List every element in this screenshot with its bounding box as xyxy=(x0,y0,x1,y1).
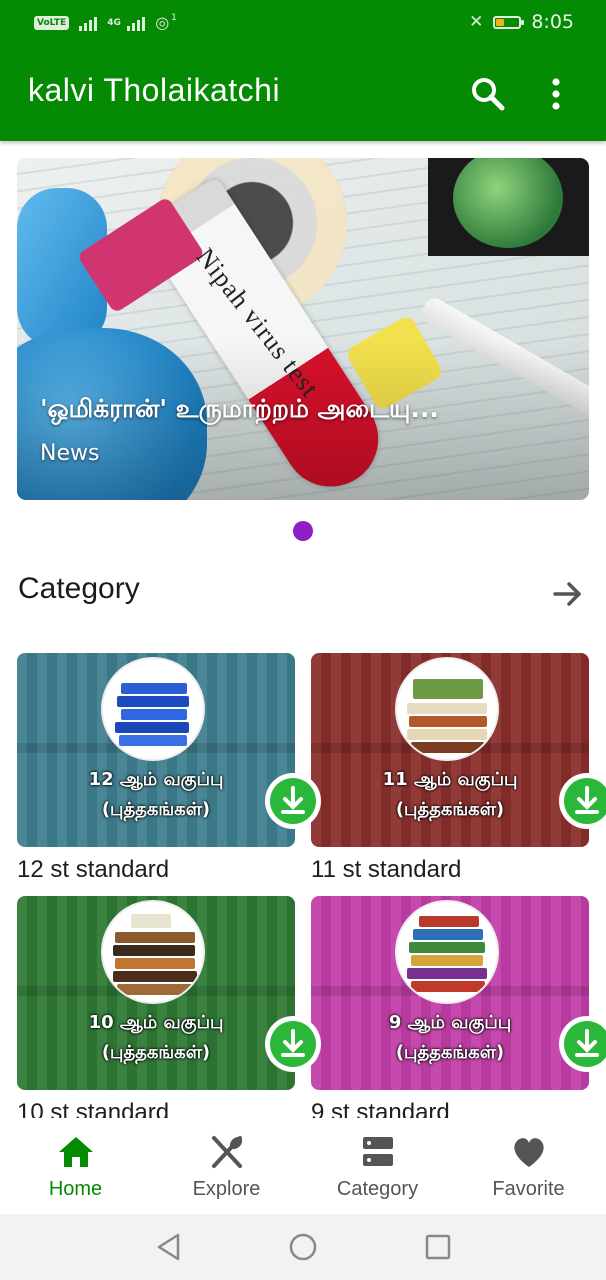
card-label: 11 st standard xyxy=(311,856,462,883)
nav-label-category: Category xyxy=(336,1178,419,1200)
nav-item-home[interactable]: Home xyxy=(0,1118,151,1214)
category-card-image: 9 ஆம் வகுப்பு (புத்தகங்கள்) xyxy=(311,896,589,1090)
category-card-10[interactable]: 10 ஆம் வகுப்பு (புத்தகங்கள்) 10 st stand… xyxy=(17,896,295,1118)
category-card-9[interactable]: 9 ஆம் வகுப்பு (புத்தகங்கள்) 9 st standar… xyxy=(311,896,589,1118)
category-grid: 12 ஆம் வகுப்பு (புத்தகங்கள்) 12 st stand… xyxy=(0,640,606,1118)
card-title-line1: 12 ஆம் வகுப்பு xyxy=(88,769,224,790)
battery-icon xyxy=(493,15,525,29)
category-card-12[interactable]: 12 ஆம் வகுப்பு (புத்தகங்கள்) 12 st stand… xyxy=(17,653,295,883)
app-bar: kalvi Tholaikatchi xyxy=(0,46,606,141)
books-icon xyxy=(395,657,499,761)
card-title-line1: 10 ஆம் வகுப்பு xyxy=(88,1012,224,1033)
status-bar: VoLTE 4G ◎ 1 ✕ 8:05 xyxy=(0,0,606,46)
books-icon xyxy=(101,900,205,1004)
card-label: 12 st standard xyxy=(17,856,170,883)
card-title-line2: (புத்தகங்கள்) xyxy=(395,1042,505,1063)
home-icon xyxy=(59,1137,93,1167)
books-icon xyxy=(101,657,205,761)
signal-icon xyxy=(79,15,98,31)
card-title-line1: 11 ஆம் வகுப்பு xyxy=(382,769,518,790)
nav-item-favorite[interactable]: Favorite xyxy=(453,1118,604,1214)
category-card-11[interactable]: 11 ஆம் வகுப்பு (புத்தகங்கள்) 11 st stand… xyxy=(311,653,589,883)
slide-title[interactable]: 'ஒமிக்ரான்' உருமாற்றம் அடையு... xyxy=(40,394,560,427)
nav-label-home: Home xyxy=(48,1178,103,1200)
download-button[interactable] xyxy=(559,773,606,829)
download-button[interactable] xyxy=(265,1016,321,1072)
heart-icon xyxy=(514,1138,544,1167)
virus-graphic xyxy=(453,158,563,248)
category-card-image: 12 ஆம் வகுப்பு (புத்தகங்கள்) xyxy=(17,653,295,847)
news-slider[interactable]: Nipah virus test 'ஒமிக்ரான்' உருமாற்றம் … xyxy=(17,158,589,500)
square-recents-icon xyxy=(425,1234,451,1260)
download-icon xyxy=(575,786,599,814)
fork-knife-icon xyxy=(212,1136,243,1168)
nav-label-favorite: Favorite xyxy=(492,1178,565,1200)
clock: 8:05 xyxy=(531,11,574,33)
card-label: 10 st standard xyxy=(17,1099,170,1118)
circle-home-icon xyxy=(289,1233,317,1261)
category-card-image: 10 ஆம் வகுப்பு (புத்தகங்கள்) xyxy=(17,896,295,1090)
card-label: 9 st standard xyxy=(311,1099,450,1118)
nav-item-explore[interactable]: Explore xyxy=(151,1118,302,1214)
search-icon xyxy=(472,78,505,111)
list-icon xyxy=(363,1137,393,1166)
card-title-line2: (புத்தகங்கள்) xyxy=(395,799,505,820)
more-vert-icon xyxy=(552,78,560,110)
signal-icon-2 xyxy=(127,15,146,31)
category-heading: Category xyxy=(18,572,140,605)
hotspot-count: 1 xyxy=(171,12,177,23)
slider-indicator-dot[interactable] xyxy=(293,521,313,541)
more-options-button[interactable] xyxy=(538,74,574,114)
system-navigation-bar xyxy=(0,1214,606,1280)
virus-inset-image xyxy=(428,158,589,256)
recents-button[interactable] xyxy=(422,1231,454,1263)
back-icon xyxy=(157,1233,180,1261)
hotspot-icon: ◎ xyxy=(155,13,170,32)
card-title-line2: (புத்தகங்கள்) xyxy=(101,799,211,820)
slide-category-tag: News xyxy=(40,441,100,466)
app-title: kalvi Tholaikatchi xyxy=(28,72,281,108)
books-icon xyxy=(395,900,499,1004)
network-type-label: 4G xyxy=(107,17,121,28)
home-system-button[interactable] xyxy=(287,1231,319,1263)
download-button[interactable] xyxy=(265,773,321,829)
download-button[interactable] xyxy=(559,1016,606,1072)
arrow-forward-icon xyxy=(553,582,581,606)
nav-item-category[interactable]: Category xyxy=(302,1118,453,1214)
download-icon xyxy=(281,786,305,814)
download-icon xyxy=(281,1029,305,1057)
mute-icon: ✕ xyxy=(469,12,484,32)
card-title-line1: 9 ஆம் வகுப்பு xyxy=(388,1012,512,1033)
category-card-image: 11 ஆம் வகுப்பு (புத்தகங்கள்) xyxy=(311,653,589,847)
card-title-line2: (புத்தகங்கள்) xyxy=(101,1042,211,1063)
search-button[interactable] xyxy=(468,74,508,114)
volte-badge: VoLTE xyxy=(34,15,70,30)
download-icon xyxy=(575,1029,599,1057)
bottom-navigation: Home Explore Category Favorite xyxy=(0,1118,606,1214)
nav-label-explore: Explore xyxy=(192,1178,261,1200)
category-see-all-button[interactable] xyxy=(550,576,586,612)
back-button[interactable] xyxy=(153,1231,185,1263)
